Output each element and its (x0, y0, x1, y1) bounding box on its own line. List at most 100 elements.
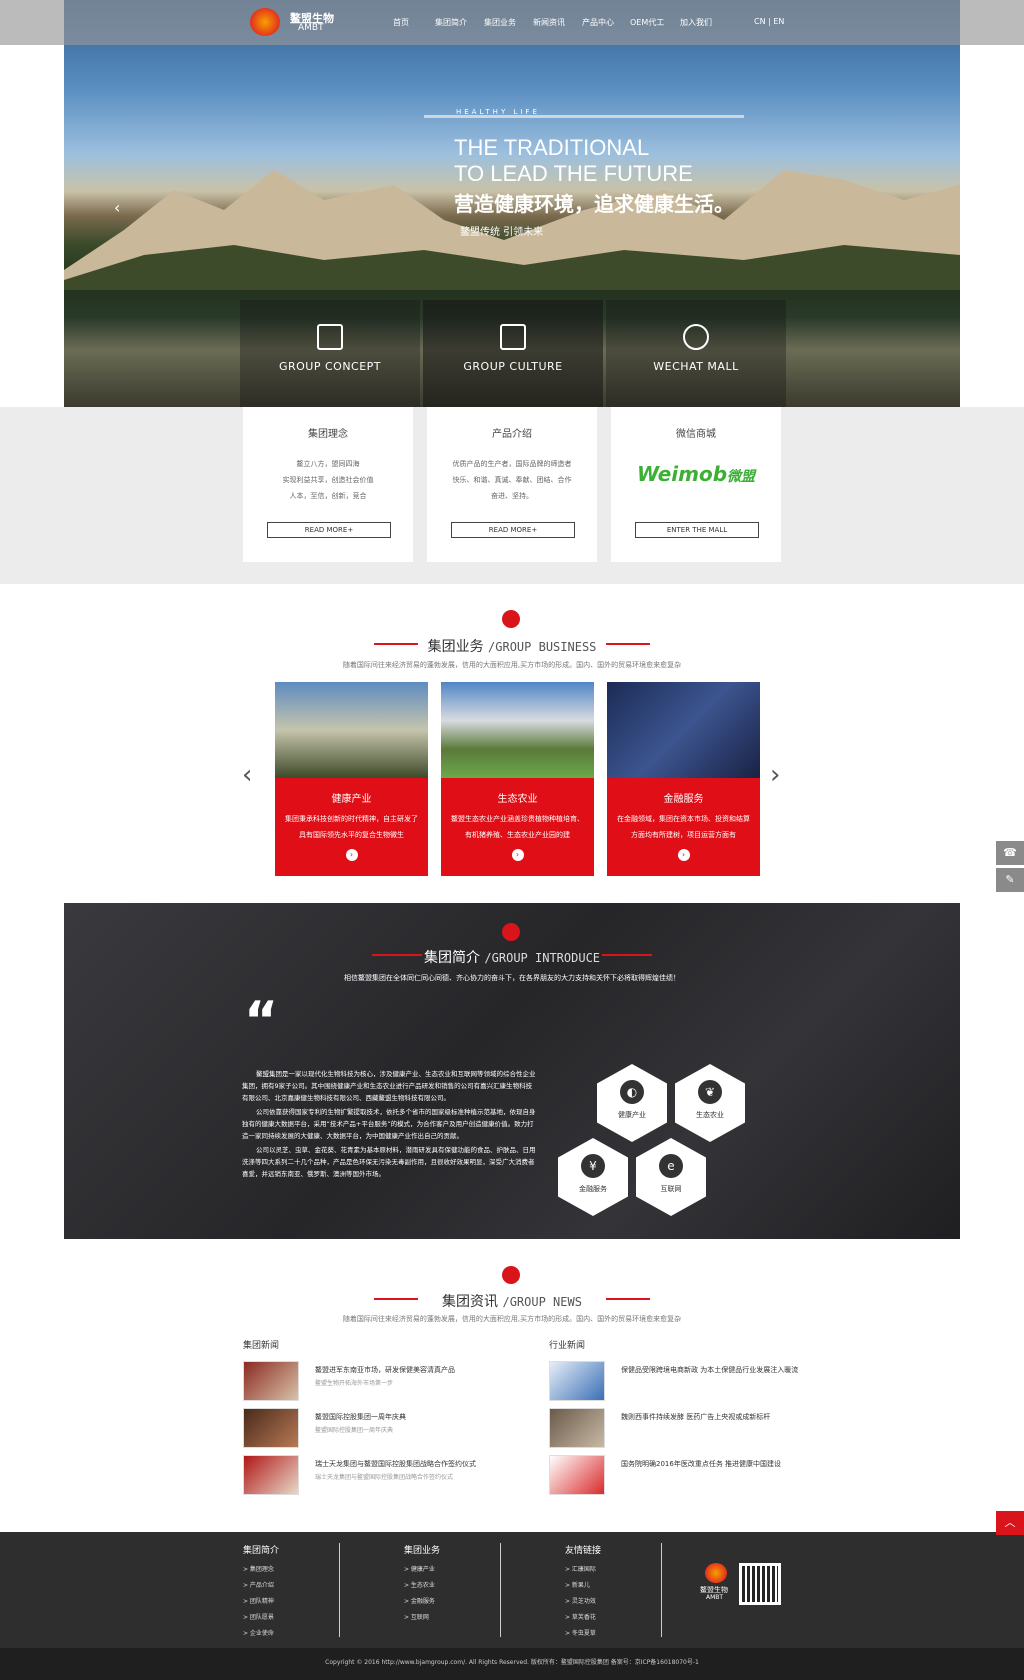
footer-link[interactable]: > 金融服务 (404, 1594, 504, 1610)
finance-icon: ¥ (581, 1154, 605, 1178)
footer-link[interactable]: > 健康产业 (404, 1562, 504, 1578)
business-card-health[interactable]: 健康产业 集团秉承科技创新的时代精神，自主研发了具有国际领先水平的复合生物微生 … (275, 682, 428, 876)
footer-link[interactable]: > 灵芝功效 (565, 1594, 665, 1610)
weimob-logo: Weimob微盟 (636, 462, 756, 486)
news-item[interactable]: 鳌盟国际控股集团一周年庆典 鳌盟国际控股集团一周年庆典 (243, 1408, 533, 1450)
footer-link[interactable]: > 冬虫夏草 (565, 1626, 665, 1642)
building-icon (502, 923, 520, 941)
logo-en[interactable]: AMBT (298, 23, 324, 33)
news-item[interactable]: 瑞士天龙集团与鳌盟国际控股集团战略合作签约仪式 瑞士天龙集团与鳌盟国际控股集团战… (243, 1455, 533, 1497)
business-card-desc: 集团秉承科技创新的时代精神，自主研发了具有国际领先水平的复合生物微生 (285, 815, 418, 839)
footer-link[interactable]: > 团队精神 (243, 1594, 343, 1610)
hero-line4: 鳌盟传统 引领未来 (460, 227, 544, 238)
arrow-right-icon[interactable]: › (677, 849, 690, 861)
business-card-agriculture[interactable]: 生态农业 鳌盟生态农业产业涵盖珍贵植物种植培育、有机猪养殖、生态农业产业园的建 … (441, 682, 594, 876)
hex-health[interactable]: ◐ 健康产业 (597, 1064, 667, 1142)
hero-line1: THE TRADITIONAL (454, 135, 650, 160)
footer-col-business: 集团业务 > 健康产业 > 生态农业 > 金融服务 > 互联网 (404, 1543, 504, 1626)
intro-paragraph: 鳌盟集团是一家以现代化生物科技为核心，涉及健康产业、生态农业和互联网等领域的综合… (242, 1070, 536, 1102)
card-title: 微信商城 (676, 429, 716, 440)
card-line: 优质产品的生产者，国际品牌的缔造者 (452, 460, 572, 468)
industry-news-label: 行业新闻 (549, 1341, 586, 1351)
card-wechat-mall: 微信商城 Weimob微盟 ENTER THE MALL (611, 407, 781, 562)
nav-join[interactable]: 加入我们 (680, 17, 712, 28)
slider-prev-icon[interactable]: ‹ (114, 198, 120, 217)
hero-banner: HEALTHY LIFE THE TRADITIONAL TO LEAD THE… (64, 0, 960, 407)
arrow-right-icon[interactable]: › (345, 849, 358, 861)
footer-link[interactable]: > 生态农业 (404, 1578, 504, 1594)
intro-subtitle: 相信鳌盟集团在全体同仁同心同德、齐心协力的奋斗下，在各界朋友的大力支持和关怀下必… (344, 974, 680, 982)
news-thumbnail (549, 1455, 605, 1495)
footer-link[interactable]: > 新果儿 (565, 1578, 665, 1594)
footer-logo-icon (705, 1563, 727, 1583)
feature-group-concept[interactable]: GROUP CONCEPT (240, 300, 420, 407)
back-to-top-icon[interactable]: ︿ (996, 1511, 1024, 1535)
footer-link[interactable]: > 产品介绍 (243, 1578, 343, 1594)
card-line: 人本，至信，创新，竞合 (289, 492, 367, 500)
footer-link[interactable]: > 草芙香花 (565, 1610, 665, 1626)
briefcase-icon (502, 610, 520, 628)
footer-link[interactable]: > 互联网 (404, 1610, 504, 1626)
footer-col-links: 友情链接 > 汇康国际 > 新果儿 > 灵芝功效 > 草芙香花 > 冬虫夏草 (565, 1543, 665, 1642)
nav-oem[interactable]: OEM代工 (630, 17, 664, 28)
logo-icon[interactable] (250, 8, 280, 36)
news-subtitle: 随着国际间往来经济贸易的蓬勃发展，信用的大面积应用,买方市场的形成。国内、国外的… (342, 1315, 682, 1323)
read-more-button[interactable]: READ MORE+ (267, 522, 391, 538)
carousel-next-icon[interactable]: › (770, 760, 780, 790)
footer-logo-en: AMBT (706, 1594, 724, 1601)
nav-about[interactable]: 集团简介 (435, 17, 467, 28)
news-thumbnail (549, 1408, 605, 1448)
news-thumbnail (243, 1408, 299, 1448)
phone-icon[interactable]: ☎ (996, 841, 1024, 865)
leaf-icon: ❦ (698, 1080, 722, 1104)
footer-divider (661, 1543, 662, 1637)
footer-link[interactable]: > 企业使命 (243, 1626, 343, 1642)
carousel-prev-icon[interactable]: ‹ (242, 760, 252, 790)
news-item[interactable]: 鳌盟进军东南亚市场，研发保健美容清真产品 鳌盟生物开拓海外市场第一步 (243, 1361, 533, 1403)
arrow-right-icon[interactable]: › (511, 849, 524, 861)
card-title: 集团理念 (308, 429, 348, 440)
card-title: 产品介绍 (492, 429, 532, 440)
business-title: 集团业务 /GROUP BUSINESS (427, 639, 597, 655)
footer-link[interactable]: > 汇康国际 (565, 1562, 665, 1578)
building-icon (500, 324, 526, 350)
health-icon: ◐ (620, 1080, 644, 1104)
nav-news[interactable]: 新闻资讯 (533, 17, 565, 28)
news-item[interactable]: 保健品受限跨境电商新政 为本土保健品行业发展注入暖流 (549, 1361, 849, 1403)
hex-agriculture[interactable]: ❦ 生态农业 (675, 1064, 745, 1142)
nav-products[interactable]: 产品中心 (582, 17, 614, 28)
copyright-bar: Copyright © 2016 http://www.bjamgroup.co… (0, 1648, 1024, 1680)
footer (0, 1532, 1024, 1648)
business-card-title: 金融服务 (663, 794, 704, 805)
hero-line3: 营造健康环境，追求健康生活。 (454, 192, 734, 216)
business-card-title: 健康产业 (331, 794, 372, 805)
news-thumbnail (243, 1361, 299, 1401)
footer-link[interactable]: > 集团理念 (243, 1562, 343, 1578)
card-line: 快乐、和谐、真诚、奉献、团结、合作 (452, 476, 572, 484)
footer-divider (500, 1543, 501, 1637)
business-card-finance[interactable]: 金融服务 在金融领域，集团在资本市场、投资和结算方面均有所建树，项目运营方面有 … (607, 682, 760, 876)
intro-section: 集团简介 /GROUP INTRODUCE 相信鳌盟集团在全体同仁同心同德、齐心… (64, 903, 960, 1239)
read-more-button[interactable]: READ MORE+ (451, 522, 575, 538)
footer-link[interactable]: > 团队愿景 (243, 1610, 343, 1626)
enter-mall-button[interactable]: ENTER THE MALL (635, 522, 759, 538)
feature-group-culture[interactable]: GROUP CULTURE (423, 300, 603, 407)
hex-internet[interactable]: e 互联网 (636, 1138, 706, 1216)
card-group-concept: 集团理念 鳌立八方，盟同四海 实现利益共享，创造社会价值 人本，至信，创新，竞合 R… (243, 407, 413, 562)
news-icon (502, 1266, 520, 1284)
news-item[interactable]: 国务院明确2016年医改重点任务 推进健康中国建设 (549, 1455, 849, 1497)
book-icon (317, 324, 343, 350)
language-switch[interactable]: CN | EN (754, 17, 784, 26)
intro-paragraph: 公司以灵芝、虫草、金花葵、花青素为基本原材料，潜雨研发具有保健功能的食品、护肤品… (242, 1146, 536, 1178)
feature-wechat-mall[interactable]: WECHAT MALL (606, 300, 786, 407)
nav-business[interactable]: 集团业务 (484, 17, 516, 28)
footer-divider (339, 1543, 340, 1637)
hex-finance[interactable]: ¥ 金融服务 (558, 1138, 628, 1216)
business-image (441, 682, 594, 778)
edit-icon[interactable]: ✎ (996, 868, 1024, 892)
business-card-desc: 鳌盟生态农业产业涵盖珍贵植物种植培育、有机猪养殖、生态农业产业园的建 (451, 815, 584, 839)
intro-paragraph: 公司依靠获得国家专利的生物扩繁提取技术，依托多个省市的国家级标准种植示范基地，依… (242, 1108, 536, 1140)
card-line: 奋进、坚持。 (491, 492, 533, 500)
news-item[interactable]: 魏则西事件持续发酵 医药广告上央视或成新标杆 (549, 1408, 849, 1450)
nav-home[interactable]: 首页 (393, 17, 409, 28)
